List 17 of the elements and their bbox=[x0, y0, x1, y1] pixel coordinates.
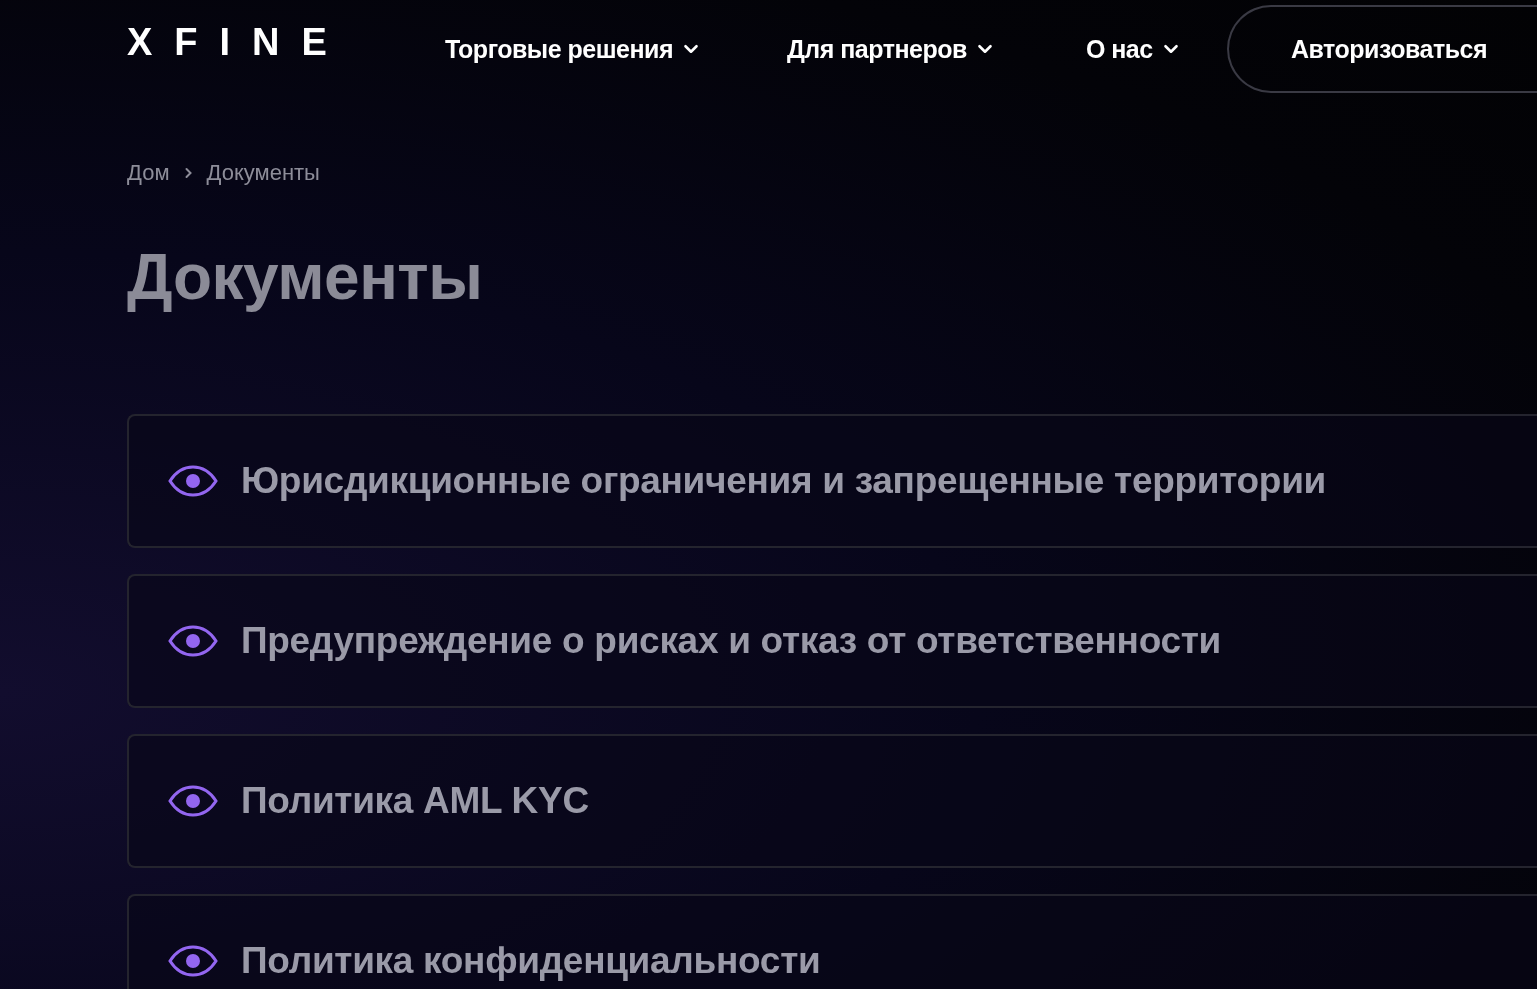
breadcrumb-link[interactable]: Дом bbox=[127, 160, 170, 186]
eye-icon bbox=[167, 624, 219, 658]
eye-icon bbox=[167, 464, 219, 498]
document-link[interactable]: Политика конфиденциальности bbox=[127, 894, 1537, 989]
nav-link[interactable]: О нас bbox=[1085, 34, 1179, 64]
breadcrumb-link[interactable]: Документы bbox=[206, 160, 320, 186]
eye-icon bbox=[167, 944, 219, 978]
eye-icon bbox=[167, 784, 219, 818]
document-link[interactable]: Юрисдикционные ограничения и запрещенные территории bbox=[127, 414, 1537, 548]
page-title: Документы bbox=[127, 240, 484, 314]
document-link[interactable]: Политика AML KYC bbox=[127, 734, 1537, 868]
logo[interactable]: XFINE bbox=[127, 20, 349, 64]
nav-link[interactable]: Для партнеров bbox=[787, 34, 993, 64]
login-button[interactable]: Авторизоваться bbox=[1227, 5, 1537, 93]
chevron-right-icon bbox=[183, 167, 193, 179]
document-link[interactable]: Предупреждение о рисках и отказ от ответственности bbox=[127, 574, 1537, 708]
nav-link[interactable]: Торговые решения bbox=[444, 34, 700, 64]
